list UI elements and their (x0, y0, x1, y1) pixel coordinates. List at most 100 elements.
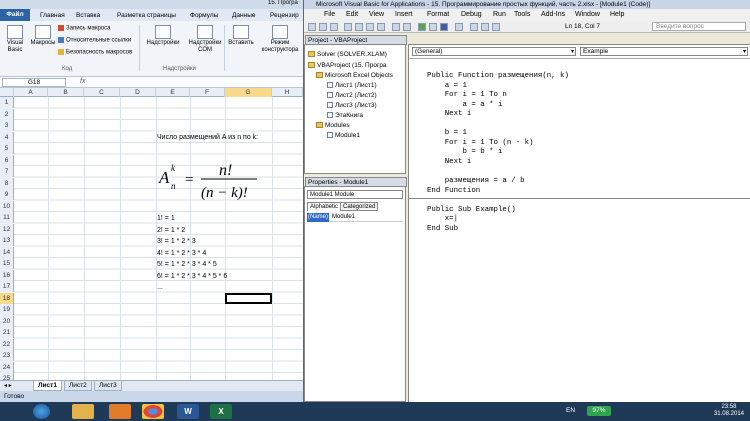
tab-insert[interactable]: Вставка (76, 10, 100, 21)
row-header[interactable]: 19 (0, 304, 14, 315)
tab-file[interactable]: Файл (0, 9, 30, 21)
menu-help[interactable]: Help (610, 9, 624, 21)
row-header[interactable]: 3 (0, 120, 14, 131)
tab-categorized[interactable]: Categorized (340, 202, 379, 211)
tree-thisworkbook[interactable]: ЭтаКнига (327, 111, 363, 120)
word-icon[interactable]: W (177, 404, 199, 419)
cell-f11[interactable]: 1! = 1 (157, 213, 175, 224)
property-value[interactable]: Module1 (330, 213, 403, 222)
tab-alphabetic[interactable]: Alphabetic (307, 202, 342, 211)
insert-module-icon[interactable] (319, 23, 327, 31)
relative-refs-button[interactable]: Относительные ссылки (58, 37, 131, 44)
row-header[interactable]: 20 (0, 315, 14, 327)
sheet-nav-arrows[interactable]: ◂ ▸ (0, 381, 30, 391)
cut-icon[interactable] (344, 23, 352, 31)
menu-run[interactable]: Run (493, 9, 506, 21)
row-header[interactable]: 24 (0, 361, 14, 373)
row-header[interactable]: 1 (0, 97, 14, 108)
row-header[interactable]: 13 (0, 235, 14, 246)
vba-title-bar[interactable]: Microsoft Visual Basic for Applications … (304, 0, 750, 9)
menu-tools[interactable]: Tools (514, 9, 530, 21)
clock[interactable]: 23:58 31.08.2014 (714, 404, 744, 418)
menu-view[interactable]: View (369, 9, 384, 21)
object-select[interactable]: (General) (412, 47, 576, 56)
tab-formulas[interactable]: Формулы (190, 10, 218, 21)
sheet-tab-1[interactable]: Лист1 (33, 381, 62, 391)
name-box[interactable]: G18 (2, 78, 66, 87)
column-header[interactable]: A (14, 88, 48, 97)
com-addins-button[interactable]: Надстройки COM (186, 25, 224, 54)
column-header[interactable]: F (190, 88, 225, 97)
tree-sheet2[interactable]: Лист2 (Лист2) (327, 91, 377, 100)
selected-cell-g18[interactable] (225, 293, 272, 304)
code-text[interactable]: Public Function размещения(n, k) a = 1 F… (427, 72, 569, 234)
addins-button[interactable]: Надстройки (143, 25, 183, 47)
row-header[interactable]: 15 (0, 258, 14, 269)
sheet-tab-3[interactable]: Лист3 (94, 381, 122, 391)
tree-solver[interactable]: Solver (SOLVER.XLAM) (308, 50, 387, 59)
tree-sheet1[interactable]: Лист1 (Лист1) (327, 81, 377, 90)
row-header[interactable]: 6 (0, 154, 14, 166)
language-indicator[interactable]: EN (566, 407, 575, 414)
row-header[interactable]: 10 (0, 200, 14, 212)
explorer-icon[interactable] (72, 404, 94, 419)
excel-icon[interactable]: X (210, 404, 232, 419)
design-mode-icon[interactable] (455, 23, 463, 31)
copy-icon[interactable] (355, 23, 363, 31)
column-header[interactable]: H (272, 88, 303, 97)
cell-f12[interactable]: 2! = 1 * 2 (157, 225, 185, 236)
chrome-icon[interactable] (142, 404, 164, 419)
redo-icon[interactable] (403, 23, 411, 31)
cell-f13[interactable]: 3! = 1 * 2 * 3 (157, 236, 196, 247)
visual-basic-button[interactable]: Visual Basic (2, 25, 28, 54)
help-search-input[interactable]: Введите вопрос (652, 22, 746, 31)
tree-modules[interactable]: Modules (316, 121, 350, 130)
cell-title[interactable]: Число размещений A из n по k: (157, 132, 258, 143)
find-icon[interactable] (377, 23, 385, 31)
procedure-select[interactable]: Example (580, 47, 748, 56)
run-icon[interactable] (418, 23, 426, 31)
properties-icon[interactable] (481, 23, 489, 31)
column-header[interactable]: G (225, 88, 272, 97)
property-row-name[interactable]: (Name) Module1 (307, 213, 403, 222)
tab-review[interactable]: Рецензир (270, 10, 299, 21)
menu-file[interactable]: File (324, 9, 335, 21)
reset-icon[interactable] (440, 23, 448, 31)
tab-page-layout[interactable]: Разметка страницы (117, 10, 176, 21)
record-macro-button[interactable]: Запись макроса (58, 25, 110, 32)
column-header[interactable]: C (84, 88, 120, 97)
cell-f15[interactable]: 5! = 1 * 2 * 3 * 4 * 5 (157, 259, 217, 270)
select-all-corner[interactable] (0, 88, 14, 97)
menu-edit[interactable]: Edit (346, 9, 358, 21)
insert-control-button[interactable]: Вставить (226, 25, 256, 47)
media-player-icon[interactable] (109, 404, 131, 419)
battery-indicator[interactable]: 97% (587, 406, 611, 416)
object-browser-icon[interactable] (492, 23, 500, 31)
macro-security-button[interactable]: Безопасность макросов (58, 49, 132, 56)
save-icon[interactable] (330, 23, 338, 31)
tab-data[interactable]: Данные (232, 10, 255, 21)
tree-excel-objects[interactable]: Microsoft Excel Objects (316, 71, 393, 80)
cell-f16[interactable]: 6! = 1 * 2 * 3 * 4 * 5 * 6 (157, 271, 227, 282)
view-excel-icon[interactable] (308, 23, 316, 31)
tab-home[interactable]: Главная (40, 10, 65, 21)
row-header[interactable]: 7 (0, 166, 14, 177)
tree-module1[interactable]: Module1 (327, 131, 360, 140)
fx-icon[interactable]: fx (80, 78, 85, 85)
cell-f14[interactable]: 4! = 1 * 2 * 3 * 4 (157, 248, 206, 259)
menu-addins[interactable]: Add-Ins (541, 9, 565, 21)
macros-button[interactable]: Макросы (30, 25, 56, 47)
row-header[interactable]: 8 (0, 177, 14, 189)
row-header[interactable]: 18 (0, 292, 14, 304)
row-header[interactable]: 17 (0, 281, 14, 292)
menu-insert[interactable]: Insert (395, 9, 413, 21)
undo-icon[interactable] (392, 23, 400, 31)
row-header[interactable]: 4 (0, 131, 14, 143)
row-header[interactable]: 11 (0, 212, 14, 223)
row-header[interactable]: 2 (0, 108, 14, 120)
code-editor[interactable]: Public Function размещения(n, k) a = 1 F… (409, 58, 750, 403)
row-header[interactable]: 21 (0, 327, 14, 338)
menu-format[interactable]: Format (427, 9, 449, 21)
break-icon[interactable] (429, 23, 437, 31)
column-header[interactable]: B (48, 88, 84, 97)
